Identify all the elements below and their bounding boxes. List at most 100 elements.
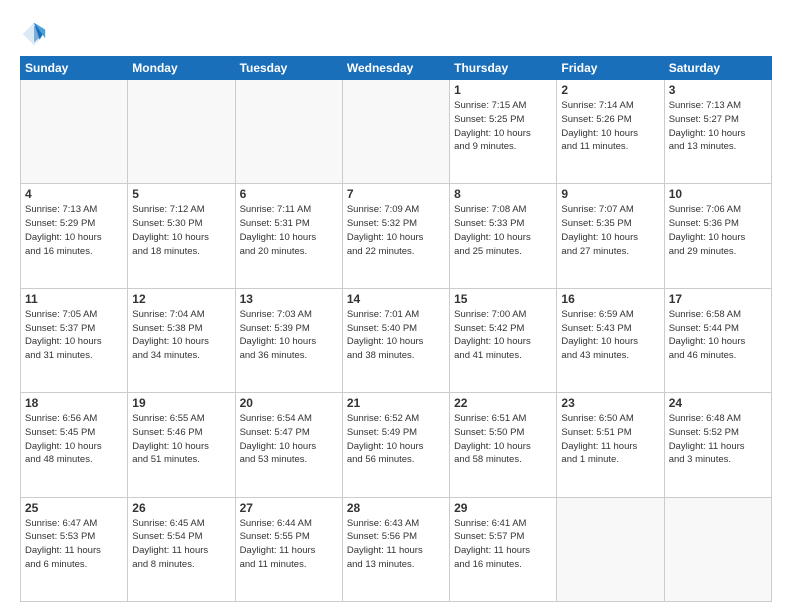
- calendar-day: 3 Sunrise: 7:13 AM Sunset: 5:27 PM Daylig…: [664, 80, 771, 184]
- calendar-header-row: SundayMondayTuesdayWednesdayThursdayFrid…: [21, 57, 772, 80]
- calendar-day: [557, 497, 664, 601]
- calendar-day: 6 Sunrise: 7:11 AM Sunset: 5:31 PM Daylig…: [235, 184, 342, 288]
- day-number: 15: [454, 292, 552, 306]
- page: SundayMondayTuesdayWednesdayThursdayFrid…: [0, 0, 792, 612]
- calendar-day: 16 Sunrise: 6:59 AM Sunset: 5:43 PM Dayli…: [557, 288, 664, 392]
- day-info: Sunrise: 7:09 AM Sunset: 5:32 PM Dayligh…: [347, 203, 445, 258]
- day-info: Sunrise: 6:41 AM Sunset: 5:57 PM Dayligh…: [454, 517, 552, 572]
- day-info: Sunrise: 7:00 AM Sunset: 5:42 PM Dayligh…: [454, 308, 552, 363]
- day-info: Sunrise: 6:44 AM Sunset: 5:55 PM Dayligh…: [240, 517, 338, 572]
- calendar-header-monday: Monday: [128, 57, 235, 80]
- day-info: Sunrise: 6:43 AM Sunset: 5:56 PM Dayligh…: [347, 517, 445, 572]
- day-number: 1: [454, 83, 552, 97]
- day-info: Sunrise: 7:13 AM Sunset: 5:29 PM Dayligh…: [25, 203, 123, 258]
- calendar-day: 23Sunrise: 6:50 AM Sunset: 5:51 PM Dayli…: [557, 393, 664, 497]
- day-number: 17: [669, 292, 767, 306]
- header: [20, 16, 772, 48]
- day-info: Sunrise: 6:45 AM Sunset: 5:54 PM Dayligh…: [132, 517, 230, 572]
- calendar-header-sunday: Sunday: [21, 57, 128, 80]
- day-info: Sunrise: 7:08 AM Sunset: 5:33 PM Dayligh…: [454, 203, 552, 258]
- calendar-header-saturday: Saturday: [664, 57, 771, 80]
- day-number: 22: [454, 396, 552, 410]
- day-number: 24: [669, 396, 767, 410]
- day-number: 9: [561, 187, 659, 201]
- calendar-day: 18 Sunrise: 6:56 AM Sunset: 5:45 PM Dayli…: [21, 393, 128, 497]
- day-number: 2: [561, 83, 659, 97]
- day-info: Sunrise: 7:11 AM Sunset: 5:31 PM Dayligh…: [240, 203, 338, 258]
- day-number: 13: [240, 292, 338, 306]
- day-number: 18: [25, 396, 123, 410]
- calendar-day: 24 Sunrise: 6:48 AM Sunset: 5:52 PM Dayli…: [664, 393, 771, 497]
- day-info: Sunrise: 6:47 AM Sunset: 5:53 PM Dayligh…: [25, 517, 123, 572]
- day-info: Sunrise: 7:01 AM Sunset: 5:40 PM Dayligh…: [347, 308, 445, 363]
- calendar-day: 12Sunrise: 7:04 AM Sunset: 5:38 PM Dayli…: [128, 288, 235, 392]
- calendar-day: 21Sunrise: 6:52 AM Sunset: 5:49 PM Dayli…: [342, 393, 449, 497]
- calendar-day: [128, 80, 235, 184]
- day-info: Sunrise: 6:59 AM Sunset: 5:43 PM Dayligh…: [561, 308, 659, 363]
- calendar-header-wednesday: Wednesday: [342, 57, 449, 80]
- calendar-week-2: 4Sunrise: 7:13 AM Sunset: 5:29 PM Daylig…: [21, 184, 772, 288]
- calendar-day: 11 Sunrise: 7:05 AM Sunset: 5:37 PM Dayli…: [21, 288, 128, 392]
- calendar-week-4: 18 Sunrise: 6:56 AM Sunset: 5:45 PM Dayli…: [21, 393, 772, 497]
- day-number: 8: [454, 187, 552, 201]
- day-info: Sunrise: 6:54 AM Sunset: 5:47 PM Dayligh…: [240, 412, 338, 467]
- calendar-day: 17Sunrise: 6:58 AM Sunset: 5:44 PM Dayli…: [664, 288, 771, 392]
- day-info: Sunrise: 7:03 AM Sunset: 5:39 PM Dayligh…: [240, 308, 338, 363]
- calendar-day: 4Sunrise: 7:13 AM Sunset: 5:29 PM Daylig…: [21, 184, 128, 288]
- day-number: 28: [347, 501, 445, 515]
- calendar-day: [664, 497, 771, 601]
- day-number: 5: [132, 187, 230, 201]
- calendar-day: 26 Sunrise: 6:45 AM Sunset: 5:54 PM Dayli…: [128, 497, 235, 601]
- day-info: Sunrise: 7:06 AM Sunset: 5:36 PM Dayligh…: [669, 203, 767, 258]
- calendar-day: [21, 80, 128, 184]
- calendar-day: [235, 80, 342, 184]
- day-number: 23: [561, 396, 659, 410]
- day-number: 3: [669, 83, 767, 97]
- day-number: 27: [240, 501, 338, 515]
- calendar-day: 13 Sunrise: 7:03 AM Sunset: 5:39 PM Dayli…: [235, 288, 342, 392]
- day-number: 19: [132, 396, 230, 410]
- day-info: Sunrise: 7:15 AM Sunset: 5:25 PM Dayligh…: [454, 99, 552, 154]
- day-number: 7: [347, 187, 445, 201]
- calendar-day: 1 Sunrise: 7:15 AM Sunset: 5:25 PM Daylig…: [450, 80, 557, 184]
- day-info: Sunrise: 7:14 AM Sunset: 5:26 PM Dayligh…: [561, 99, 659, 154]
- calendar-day: 7 Sunrise: 7:09 AM Sunset: 5:32 PM Daylig…: [342, 184, 449, 288]
- calendar-day: 25 Sunrise: 6:47 AM Sunset: 5:53 PM Dayli…: [21, 497, 128, 601]
- day-number: 10: [669, 187, 767, 201]
- calendar-day: [342, 80, 449, 184]
- calendar-day: 22 Sunrise: 6:51 AM Sunset: 5:50 PM Dayli…: [450, 393, 557, 497]
- day-info: Sunrise: 7:05 AM Sunset: 5:37 PM Dayligh…: [25, 308, 123, 363]
- day-info: Sunrise: 6:51 AM Sunset: 5:50 PM Dayligh…: [454, 412, 552, 467]
- calendar-week-3: 11 Sunrise: 7:05 AM Sunset: 5:37 PM Dayli…: [21, 288, 772, 392]
- day-number: 12: [132, 292, 230, 306]
- day-info: Sunrise: 7:12 AM Sunset: 5:30 PM Dayligh…: [132, 203, 230, 258]
- calendar-table: SundayMondayTuesdayWednesdayThursdayFrid…: [20, 56, 772, 602]
- calendar-day: 19Sunrise: 6:55 AM Sunset: 5:46 PM Dayli…: [128, 393, 235, 497]
- calendar-day: 9 Sunrise: 7:07 AM Sunset: 5:35 PM Daylig…: [557, 184, 664, 288]
- day-number: 26: [132, 501, 230, 515]
- day-info: Sunrise: 6:48 AM Sunset: 5:52 PM Dayligh…: [669, 412, 767, 467]
- day-number: 21: [347, 396, 445, 410]
- day-number: 6: [240, 187, 338, 201]
- calendar-day: 2 Sunrise: 7:14 AM Sunset: 5:26 PM Daylig…: [557, 80, 664, 184]
- calendar-day: 14Sunrise: 7:01 AM Sunset: 5:40 PM Dayli…: [342, 288, 449, 392]
- day-number: 29: [454, 501, 552, 515]
- day-info: Sunrise: 7:07 AM Sunset: 5:35 PM Dayligh…: [561, 203, 659, 258]
- calendar-day: 28 Sunrise: 6:43 AM Sunset: 5:56 PM Dayli…: [342, 497, 449, 601]
- calendar-week-1: 1 Sunrise: 7:15 AM Sunset: 5:25 PM Daylig…: [21, 80, 772, 184]
- calendar-week-5: 25 Sunrise: 6:47 AM Sunset: 5:53 PM Dayli…: [21, 497, 772, 601]
- calendar-day: 29 Sunrise: 6:41 AM Sunset: 5:57 PM Dayli…: [450, 497, 557, 601]
- day-info: Sunrise: 7:13 AM Sunset: 5:27 PM Dayligh…: [669, 99, 767, 154]
- day-number: 11: [25, 292, 123, 306]
- logo-icon: [20, 20, 48, 48]
- day-number: 16: [561, 292, 659, 306]
- calendar-header-tuesday: Tuesday: [235, 57, 342, 80]
- calendar-day: 27 Sunrise: 6:44 AM Sunset: 5:55 PM Dayli…: [235, 497, 342, 601]
- calendar-header-friday: Friday: [557, 57, 664, 80]
- calendar-day: 8 Sunrise: 7:08 AM Sunset: 5:33 PM Daylig…: [450, 184, 557, 288]
- day-number: 25: [25, 501, 123, 515]
- calendar-header-thursday: Thursday: [450, 57, 557, 80]
- day-info: Sunrise: 6:56 AM Sunset: 5:45 PM Dayligh…: [25, 412, 123, 467]
- calendar-day: 5 Sunrise: 7:12 AM Sunset: 5:30 PM Daylig…: [128, 184, 235, 288]
- day-number: 20: [240, 396, 338, 410]
